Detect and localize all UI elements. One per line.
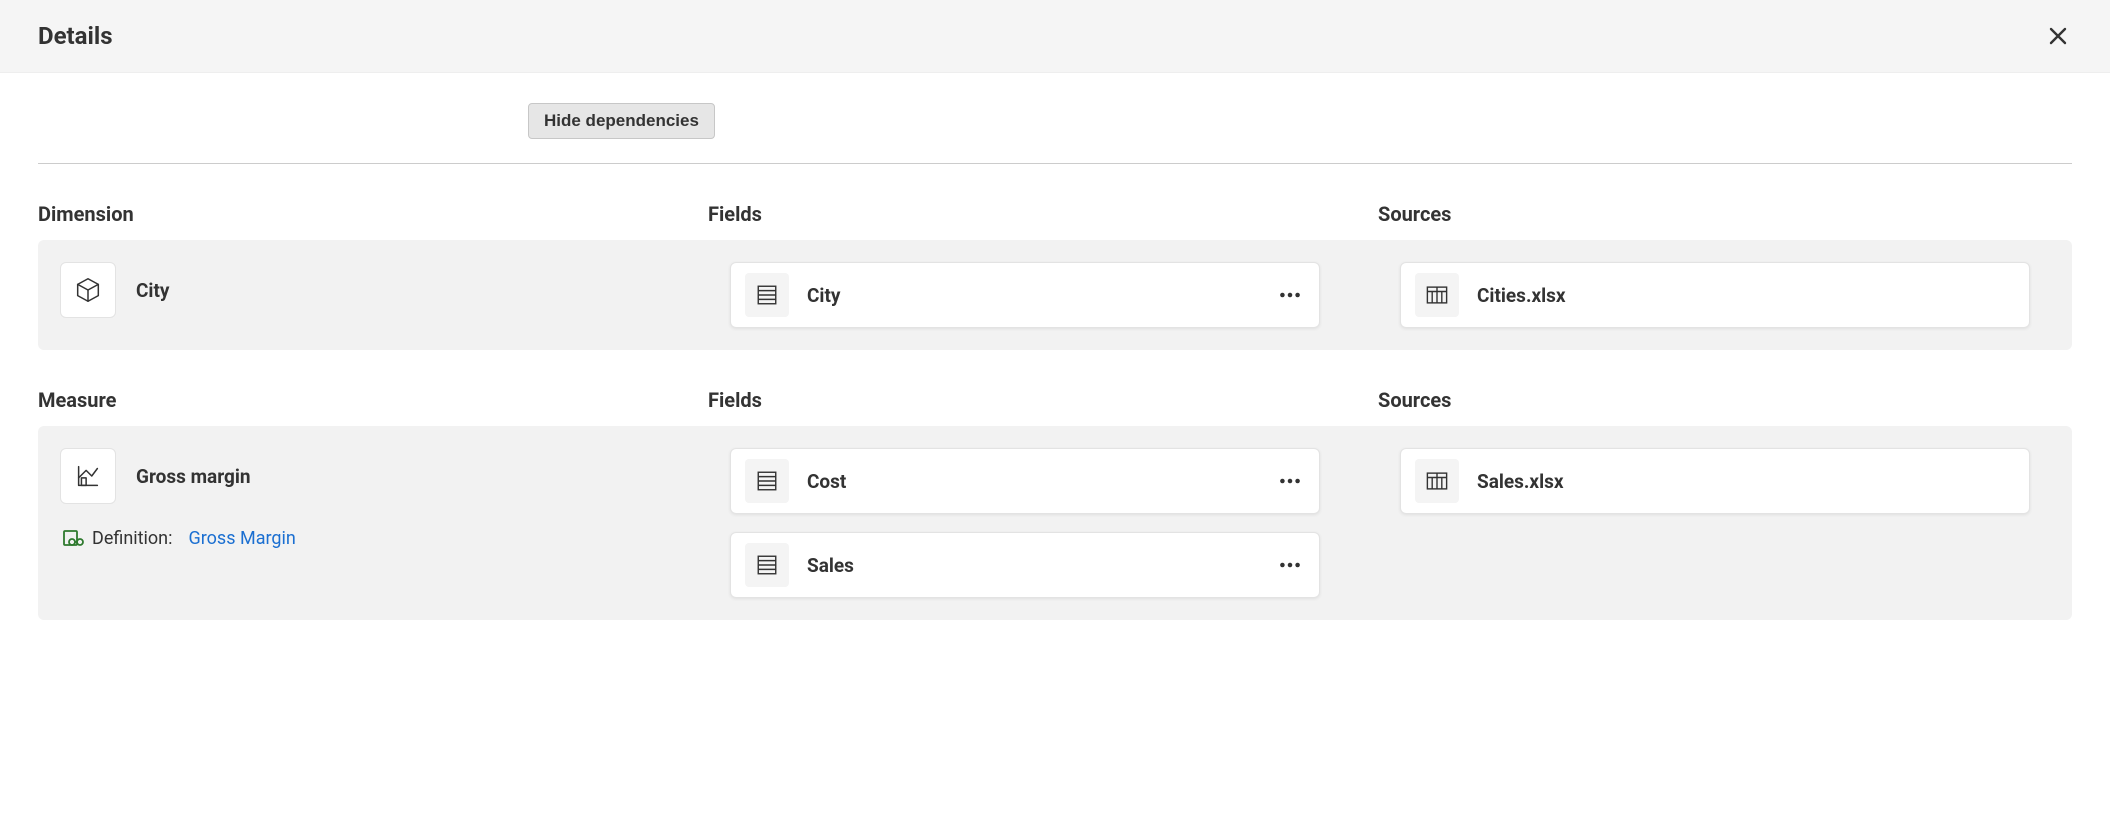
field-icon [745,273,789,317]
source-label: Cities.xlsx [1477,284,2015,307]
close-button[interactable] [2044,22,2072,50]
source-icon [1415,459,1459,503]
field-label: City [807,284,1257,307]
measure-entity: Gross margin [60,448,730,504]
source-card[interactable]: Sales.xlsx [1400,448,2030,514]
measure-body: Gross margin Definition: Gross Margin [38,426,2072,620]
field-label: Cost [807,470,1257,493]
panel-title: Details [38,22,113,50]
source-icon [1415,273,1459,317]
measure-sources-heading: Sources [1378,388,2072,412]
field-card[interactable]: Cost [730,448,1320,514]
definition-link[interactable]: Gross Margin [188,528,295,549]
measure-fields-col: Cost [730,448,1400,598]
field-icon [745,543,789,587]
field-card[interactable]: City [730,262,1320,328]
close-icon [2046,24,2070,48]
dimension-name: City [136,279,169,302]
more-button[interactable] [1275,550,1305,580]
dimension-fields-heading: Fields [708,202,1378,226]
field-label: Sales [807,554,1257,577]
details-header: Details [0,0,2110,73]
more-icon [1277,282,1303,308]
section-divider [38,163,2072,164]
dimension-sources-heading: Sources [1378,202,2072,226]
dimension-sources-col: Cities.xlsx [1400,262,2050,328]
measure-fields-heading: Fields [708,388,1378,412]
more-icon [1277,552,1303,578]
cube-icon [60,262,116,318]
dimension-fields-col: City [730,262,1400,328]
toolbar-row: Hide dependencies [490,73,2110,153]
measure-sources-col: Sales.xlsx [1400,448,2050,514]
chart-icon [60,448,116,504]
dimension-headings: Dimension Fields Sources [38,202,2072,226]
dimension-entity: City [60,262,730,318]
dimension-section: Dimension Fields Sources City [0,202,2110,350]
measure-headings: Measure Fields Sources [38,388,2072,412]
measure-heading: Measure [38,388,708,412]
dimension-heading: Dimension [38,202,708,226]
more-icon [1277,468,1303,494]
measure-name: Gross margin [136,465,251,488]
source-label: Sales.xlsx [1477,470,2015,493]
link-icon [62,526,86,550]
source-card[interactable]: Cities.xlsx [1400,262,2030,328]
dimension-body: City City [38,240,2072,350]
field-icon [745,459,789,503]
definition-row: Definition: Gross Margin [62,526,730,550]
measure-entity-col: Gross margin Definition: Gross Margin [60,448,730,550]
hide-dependencies-button[interactable]: Hide dependencies [528,103,715,139]
measure-section: Measure Fields Sources Gross margin [0,388,2110,620]
definition-label: Definition: [92,528,172,549]
dimension-entity-col: City [60,262,730,318]
more-button[interactable] [1275,280,1305,310]
field-card[interactable]: Sales [730,532,1320,598]
more-button[interactable] [1275,466,1305,496]
